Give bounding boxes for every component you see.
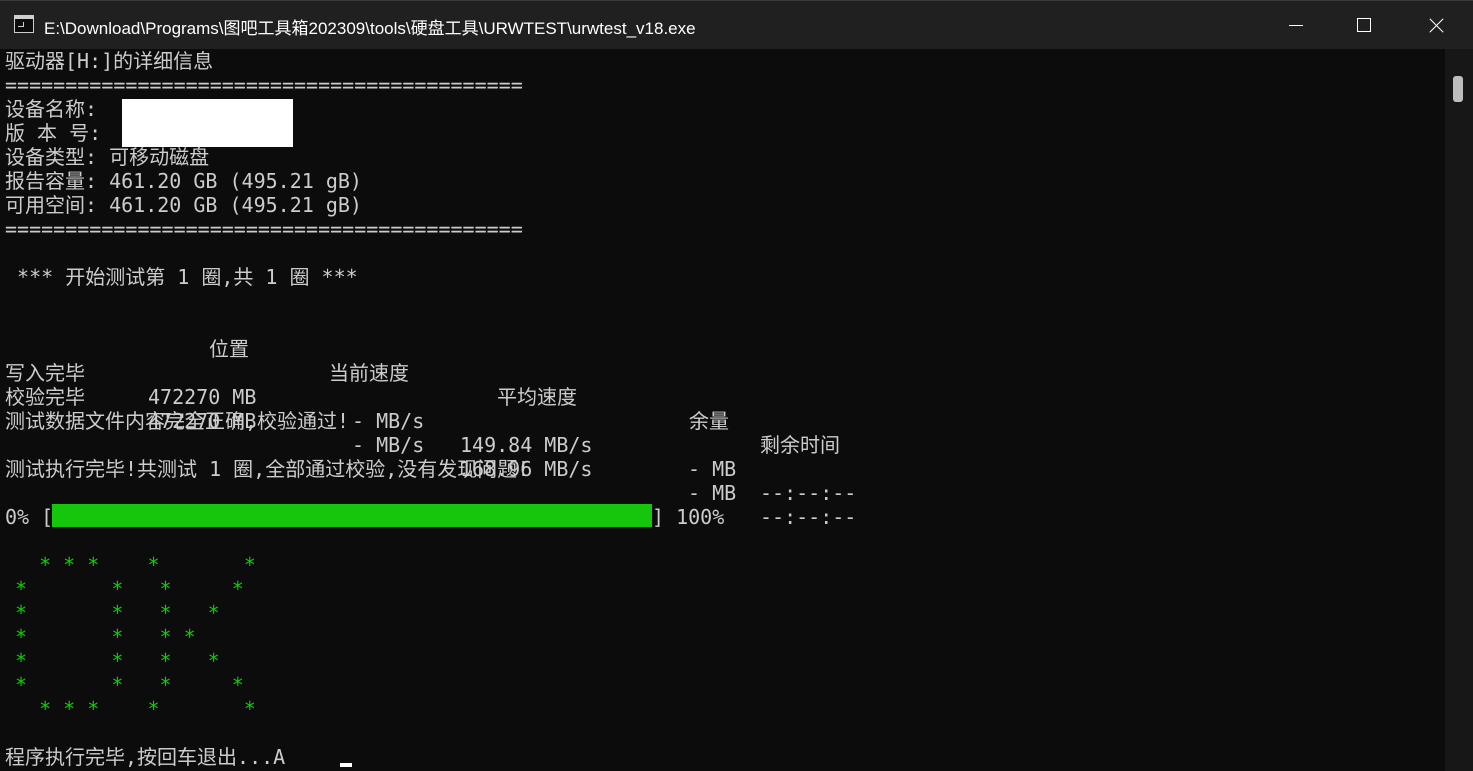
separator-bottom: ========================================… xyxy=(5,217,523,241)
separator-top: ========================================… xyxy=(5,73,523,97)
done-message: 测试执行完毕!共测试 1 圈,全部通过校验,没有发现问题! xyxy=(5,457,530,481)
row-remaining: - MB xyxy=(688,481,737,505)
progress-start-label: 0% [ xyxy=(5,505,54,529)
row-label: 校验完毕 xyxy=(5,385,85,409)
row-time-left: --:--:-- xyxy=(760,505,857,529)
header-remaining: 余量 xyxy=(689,409,729,433)
version-label: 版 本 号: xyxy=(5,121,102,145)
window-title: E:\Download\Programs\图吧工具箱202309\tools\硬… xyxy=(44,19,696,38)
ok-art-line: * * * * xyxy=(15,649,220,673)
row-current-speed: - MB/s xyxy=(352,433,425,457)
title-bar[interactable]: E:\Download\Programs\图吧工具箱202309\tools\硬… xyxy=(0,1,1473,49)
header-average-speed: 平均速度 xyxy=(497,385,577,409)
vertical-scrollbar[interactable] xyxy=(1445,49,1473,771)
console-output[interactable]: 驱动器[H:]的详细信息 ===========================… xyxy=(5,49,1435,771)
ok-art-line: * * * * * xyxy=(15,697,256,721)
row-remaining: - MB xyxy=(688,457,737,481)
console-window: E:\Download\Programs\图吧工具箱202309\tools\硬… xyxy=(0,0,1473,771)
table-header-row: 位置 当前速度 平均速度 余量 剩余时间 xyxy=(5,313,1005,457)
exit-prompt: 程序执行完毕,按回车退出...A xyxy=(5,745,286,769)
row-current-speed: - MB/s xyxy=(352,409,425,433)
scrollbar-thumb[interactable] xyxy=(1453,76,1463,102)
row-time-left: --:--:-- xyxy=(760,481,857,505)
table-row: 写入完毕 472270 MB - MB/s 149.84 MB/s - MB -… xyxy=(5,337,1005,505)
reported-capacity-line: 报告容量: 461.20 GB (495.21 gB) xyxy=(5,169,362,193)
ok-art-line: * * * * xyxy=(15,673,244,697)
free-space-line: 可用空间: 461.20 GB (495.21 gB) xyxy=(5,193,362,217)
ok-art-line: * * * * xyxy=(15,601,220,625)
test-start-line: *** 开始测试第 1 圈,共 1 圈 *** xyxy=(5,265,358,289)
row-average-speed: 149.84 MB/s xyxy=(460,433,593,457)
maximize-button[interactable] xyxy=(1329,1,1399,49)
progress-bar-fill xyxy=(52,504,652,527)
device-name-label: 设备名称: xyxy=(5,97,98,121)
drive-detail-header: 驱动器[H:]的详细信息 xyxy=(5,49,214,73)
row-position: 472270 MB xyxy=(148,385,257,409)
ok-art-line: * * * * xyxy=(15,577,244,601)
minimize-button[interactable] xyxy=(1261,1,1331,49)
device-type-line: 设备类型: 可移动磁盘 xyxy=(5,145,210,169)
console-app-icon[interactable] xyxy=(14,15,34,33)
redacted-device-info xyxy=(122,99,293,147)
close-button[interactable] xyxy=(1400,1,1470,49)
verify-message: 测试数据文件内容完全正确,校验通过! xyxy=(5,409,350,433)
progress-end-label: ] 100% xyxy=(652,505,725,529)
ok-art-line: * * * * * xyxy=(15,553,256,577)
header-time-left: 剩余时间 xyxy=(760,433,840,457)
text-cursor xyxy=(340,763,352,767)
table-row: 校验完毕 472270 MB - MB/s 168.96 MB/s - MB -… xyxy=(5,361,1005,529)
ok-art-line: * * * * xyxy=(15,625,196,649)
